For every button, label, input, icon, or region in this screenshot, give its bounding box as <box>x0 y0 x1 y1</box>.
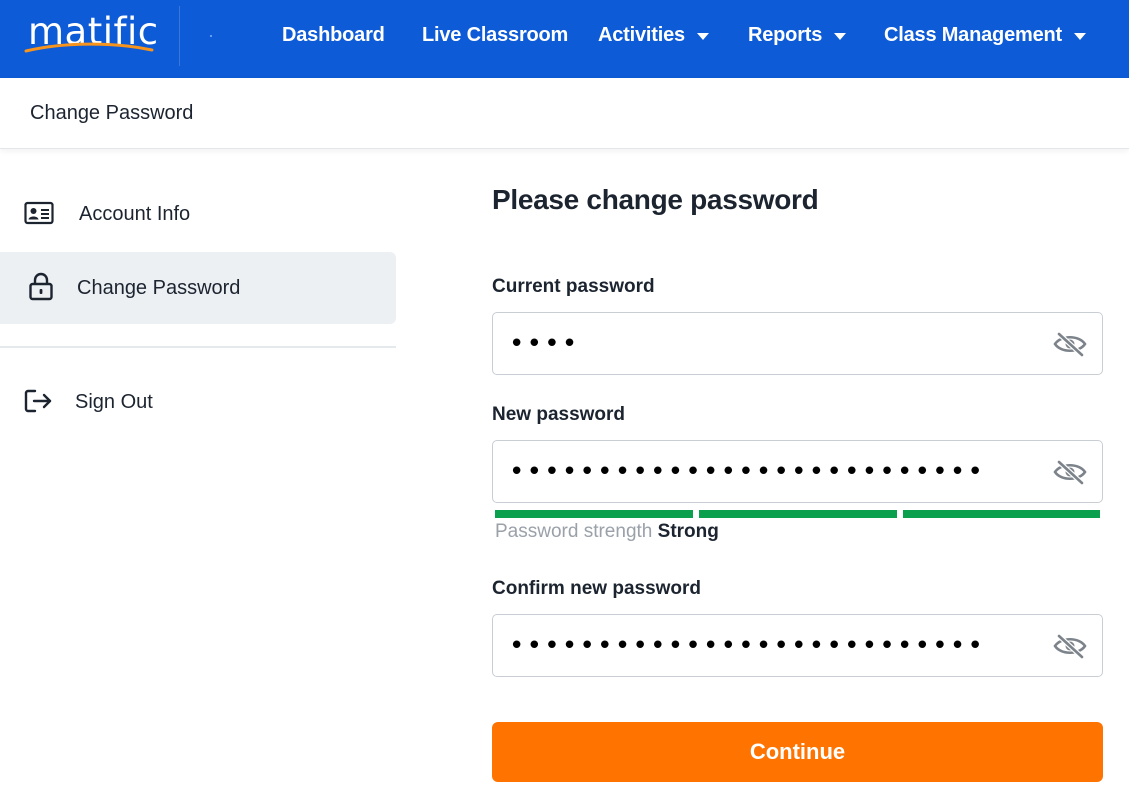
new-password-field[interactable]: ••••••••••••••••••••••••••• <box>492 440 1103 503</box>
nav-dashboard[interactable]: Dashboard <box>282 22 385 48</box>
nav-live-classroom[interactable]: Live Classroom <box>422 22 568 48</box>
page-title: Change Password <box>30 102 194 124</box>
continue-button[interactable]: Continue <box>492 722 1103 782</box>
strength-bar-segment <box>903 510 1100 518</box>
new-password-label: New password <box>492 404 626 425</box>
lock-icon <box>26 271 56 301</box>
logo-swoosh-icon <box>24 42 154 53</box>
sidebar-item-label: Sign Out <box>75 391 153 413</box>
top-nav-bar: matific Dashboard Live Classroom Activit… <box>0 0 1129 78</box>
eye-slash-icon[interactable] <box>1052 329 1088 359</box>
sidebar-item-label: Change Password <box>77 277 241 299</box>
confirm-password-value: ••••••••••••••••••••••••••• <box>509 631 986 661</box>
sign-out-icon <box>24 386 54 416</box>
sidebar-divider <box>0 346 396 348</box>
nav-class-management[interactable]: Class Management <box>884 22 1086 48</box>
chevron-down-icon <box>696 32 709 40</box>
sidebar-item-label: Account Info <box>79 203 191 225</box>
chevron-down-icon <box>834 32 847 40</box>
eye-slash-icon[interactable] <box>1052 631 1088 661</box>
nav-activities[interactable]: Activities <box>598 22 709 48</box>
form-title: Please change password <box>492 184 819 215</box>
current-password-value: •••• <box>509 329 580 359</box>
nav-class-management-label: Class Management <box>884 24 1062 46</box>
new-password-value: ••••••••••••••••••••••••••• <box>509 457 986 487</box>
eye-slash-icon[interactable] <box>1052 457 1088 487</box>
sidebar-item-sign-out[interactable]: Sign Out <box>0 366 396 438</box>
id-card-icon <box>24 198 54 228</box>
nav-divider <box>179 6 180 66</box>
password-strength-prefix: Password strength <box>495 521 653 542</box>
nav-reports-label: Reports <box>748 24 823 46</box>
breadcrumb: Change Password <box>0 78 1129 149</box>
password-strength-value: Strong <box>657 521 719 542</box>
current-password-label: Current password <box>492 276 655 297</box>
confirm-password-label: Confirm new password <box>492 578 702 599</box>
strength-bar-segment <box>495 510 693 518</box>
strength-bar-segment <box>699 510 897 518</box>
nav-dashboard-label: Dashboard <box>282 24 385 46</box>
password-strength-text: Password strength Strong <box>495 520 719 544</box>
nav-live-classroom-label: Live Classroom <box>422 24 569 46</box>
chevron-down-icon <box>1073 32 1086 40</box>
current-password-field[interactable]: •••• <box>492 312 1103 375</box>
sidebar-item-change-password[interactable]: Change Password <box>0 252 396 324</box>
nav-dot <box>210 35 212 37</box>
nav-reports[interactable]: Reports <box>748 22 847 48</box>
confirm-password-field[interactable]: ••••••••••••••••••••••••••• <box>492 614 1103 677</box>
sidebar-item-account-info[interactable]: Account Info <box>0 178 396 250</box>
nav-activities-label: Activities <box>598 24 685 46</box>
